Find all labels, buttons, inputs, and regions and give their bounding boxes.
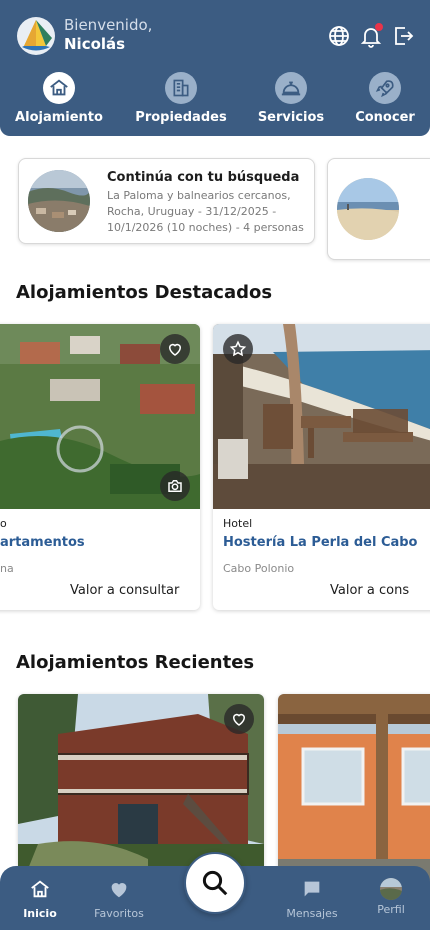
featured-section-title: Alojamientos Destacados <box>16 282 273 303</box>
category-alojamiento[interactable]: Alojamiento <box>9 72 109 125</box>
user-name: Nicolás <box>64 35 126 53</box>
home-icon <box>31 880 49 898</box>
category-conocer[interactable]: Conocer <box>335 72 430 125</box>
nav-inicio[interactable]: Inicio <box>4 878 76 920</box>
featured-card[interactable]: Hotel Hostería La Perla del Cabo Cabo Po… <box>213 324 430 610</box>
category-label: Servicios <box>257 110 325 125</box>
avatar <box>380 878 402 900</box>
property-photo <box>278 694 430 894</box>
property-name[interactable]: artamentos <box>0 535 85 550</box>
star-icon[interactable] <box>223 334 253 364</box>
nav-mensajes[interactable]: Mensajes <box>276 878 348 920</box>
property-price: Valor a consultar <box>70 583 180 598</box>
search-history-card[interactable] <box>327 158 430 260</box>
favorite-heart-icon[interactable] <box>224 704 254 734</box>
chat-icon <box>304 881 320 897</box>
category-servicios[interactable]: Servicios <box>241 72 341 125</box>
search-thumbnail <box>28 170 90 232</box>
app-header: Bienvenido, Nicolás Alojamiento Propieda… <box>0 0 430 136</box>
category-propiedades[interactable]: Propiedades <box>131 72 231 125</box>
greeting-text: Bienvenido, <box>64 16 153 34</box>
search-thumbnail <box>337 178 399 240</box>
camera-icon[interactable] <box>160 471 190 501</box>
property-type: Hotel <box>223 517 253 530</box>
search-button[interactable] <box>184 852 246 914</box>
property-location: na <box>0 562 14 575</box>
logout-icon[interactable] <box>391 24 415 48</box>
rocket-icon <box>375 80 394 98</box>
nav-perfil[interactable]: Perfil <box>355 878 427 916</box>
heart-icon <box>111 883 127 898</box>
property-price: Valor a cons <box>330 583 410 598</box>
nav-label: Perfil <box>377 903 405 916</box>
nav-label: Inicio <box>23 907 57 920</box>
nav-label: Mensajes <box>286 907 338 920</box>
featured-card[interactable]: o artamentos na Valor a consultar <box>0 324 200 610</box>
nav-favoritos[interactable]: Favoritos <box>83 878 155 920</box>
building-icon <box>173 79 189 97</box>
nav-label: Favoritos <box>94 907 144 920</box>
property-location: Cabo Polonio <box>223 562 295 575</box>
recent-card[interactable] <box>278 694 430 894</box>
recent-section-title: Alojamientos Recientes <box>16 652 255 673</box>
search-history-title: Continúa con tu búsqueda <box>107 170 300 185</box>
house-icon <box>50 79 68 96</box>
search-icon <box>202 870 228 896</box>
globe-icon[interactable] <box>327 24 351 48</box>
service-bell-icon <box>281 81 301 96</box>
search-history-card[interactable]: Continúa con tu búsqueda La Paloma y bal… <box>18 158 315 244</box>
logo-icon[interactable] <box>16 16 56 56</box>
notification-dot <box>375 23 383 31</box>
search-history-description: La Paloma y balnearios cercanos, Rocha, … <box>107 189 304 234</box>
category-label: Propiedades <box>135 110 227 125</box>
category-label: Alojamiento <box>15 110 103 125</box>
category-label: Conocer <box>355 110 415 125</box>
favorite-heart-icon[interactable] <box>160 334 190 364</box>
property-name[interactable]: Hostería La Perla del Cabo <box>223 535 418 550</box>
property-type: o <box>0 517 7 530</box>
